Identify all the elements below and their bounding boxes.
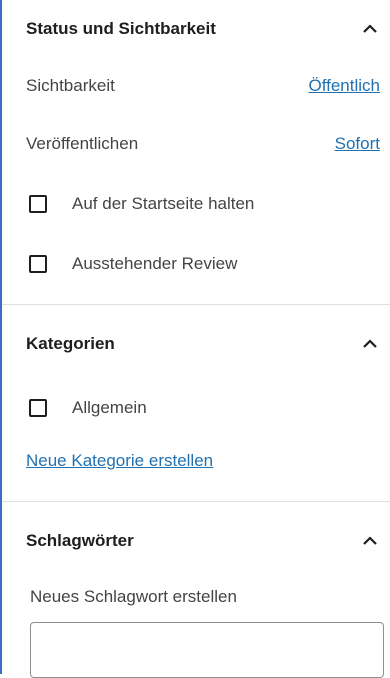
publish-label: Veröffentlichen: [26, 134, 139, 153]
tags-panel-title: Schlagwörter: [26, 531, 134, 550]
publish-date-link[interactable]: Sofort: [335, 134, 380, 154]
chevron-up-icon[interactable]: [360, 334, 380, 354]
visibility-row: Sichtbarkeit Öffentlich: [2, 58, 390, 114]
category-checkbox[interactable]: [29, 399, 47, 417]
add-new-category-link[interactable]: Neue Kategorie erstellen: [26, 451, 213, 471]
tags-panel: Schlagwörter Neues Schlagwort erstellen: [2, 502, 390, 678]
editor-sidebar: Status und Sichtbarkeit Sichtbarkeit Öff…: [0, 0, 390, 678]
status-visibility-panel-header[interactable]: Status und Sichtbarkeit: [2, 0, 390, 58]
chevron-up-icon[interactable]: [360, 19, 380, 39]
pending-review-checkbox[interactable]: [29, 255, 47, 273]
new-tag-label: Neues Schlagwort erstellen: [30, 587, 237, 606]
tags-panel-header[interactable]: Schlagwörter: [2, 502, 390, 580]
status-visibility-panel: Status und Sichtbarkeit Sichtbarkeit Öff…: [2, 0, 390, 305]
publish-row: Veröffentlichen Sofort: [2, 114, 390, 174]
tag-input-wrapper: [2, 614, 390, 678]
tag-field-label-row: Neues Schlagwort erstellen: [2, 580, 390, 614]
categories-panel: Kategorien Allgemein Neue Kategorie erst…: [2, 305, 390, 502]
visibility-toggle-link[interactable]: Öffentlich: [308, 76, 380, 96]
pending-review-label: Ausstehender Review: [72, 254, 238, 273]
new-tag-input[interactable]: [30, 622, 384, 678]
pending-review-option[interactable]: Ausstehender Review: [2, 234, 390, 294]
categories-panel-title: Kategorien: [26, 334, 115, 353]
category-item[interactable]: Allgemein: [2, 383, 390, 433]
status-visibility-panel-title: Status und Sichtbarkeit: [26, 19, 216, 38]
sticky-checkbox[interactable]: [29, 195, 47, 213]
categories-panel-header[interactable]: Kategorien: [2, 305, 390, 383]
sticky-option[interactable]: Auf der Startseite halten: [2, 174, 390, 234]
chevron-up-icon[interactable]: [360, 531, 380, 551]
category-label: Allgemein: [72, 398, 147, 417]
add-category-row: Neue Kategorie erstellen: [2, 433, 390, 489]
sticky-label: Auf der Startseite halten: [72, 194, 255, 213]
visibility-label: Sichtbarkeit: [26, 76, 115, 95]
